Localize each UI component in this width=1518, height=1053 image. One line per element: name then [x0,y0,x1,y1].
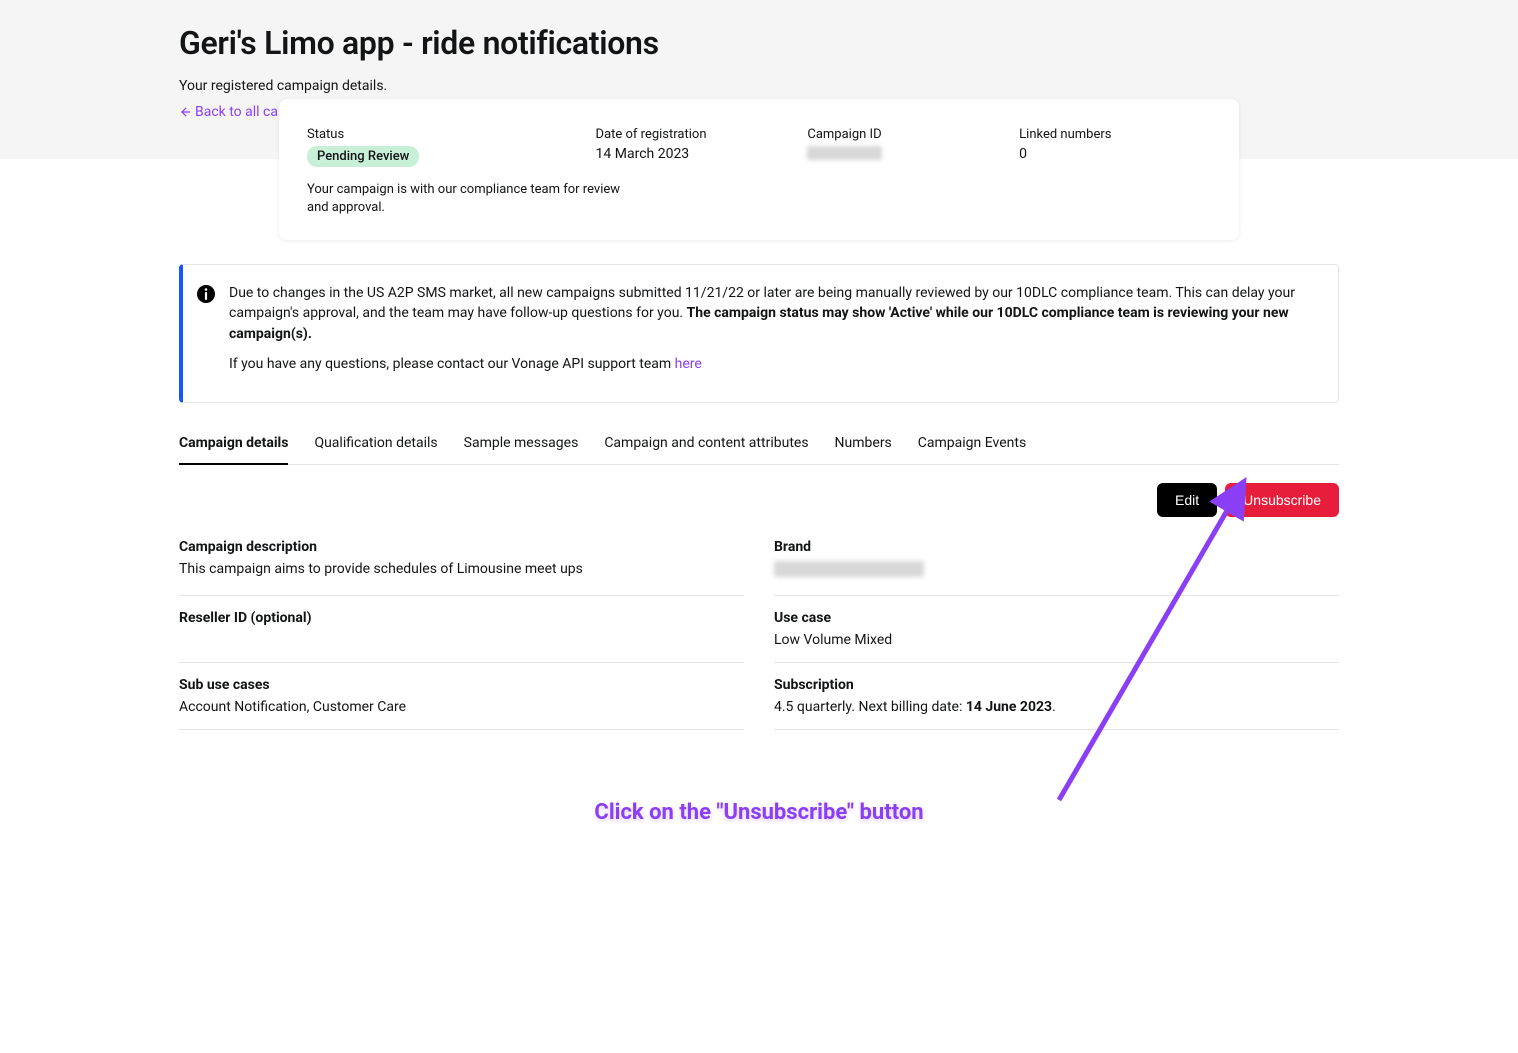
subscription-value: 4.5 quarterly. Next billing date: 14 Jun… [774,699,1339,715]
date-value: 14 March 2023 [596,146,788,162]
tab-sample-messages[interactable]: Sample messages [464,425,579,465]
linked-label: Linked numbers [1019,127,1211,142]
date-label: Date of registration [596,127,788,142]
summary-campaign-id: Campaign ID [807,127,999,167]
subscription-label: Subscription [774,677,1339,693]
annotation-text: Click on the "Unsubscribe" button [594,800,923,825]
field-usecase: Use case Low Volume Mixed [774,596,1339,663]
reseller-label: Reseller ID (optional) [179,610,744,626]
info-banner: Due to changes in the US A2P SMS market,… [179,264,1339,403]
arrow-left-icon [179,105,193,119]
tab-campaign-events[interactable]: Campaign Events [918,425,1026,465]
tab-campaign-attributes[interactable]: Campaign and content attributes [604,425,808,465]
tab-campaign-details[interactable]: Campaign details [179,425,288,465]
tab-qualification-details[interactable]: Qualification details [314,425,437,465]
field-brand: Brand [774,525,1339,596]
banner-text-2: If you have any questions, please contac… [229,356,675,372]
linked-value: 0 [1019,146,1211,162]
summary-card: Status Pending Review Date of registrati… [279,99,1239,240]
field-reseller: Reseller ID (optional) [179,596,744,663]
status-badge: Pending Review [307,146,419,167]
field-subscription: Subscription 4.5 quarterly. Next billing… [774,663,1339,730]
field-campaign-description: Campaign description This campaign aims … [179,525,744,596]
field-subuse: Sub use cases Account Notification, Cust… [179,663,744,730]
subuse-value: Account Notification, Customer Care [179,699,744,715]
summary-status: Status Pending Review [307,127,576,167]
campaign-id-redacted [807,146,882,160]
status-label: Status [307,127,576,142]
edit-button[interactable]: Edit [1157,483,1217,517]
campaign-desc-label: Campaign description [179,539,744,555]
subuse-label: Sub use cases [179,677,744,693]
tab-numbers[interactable]: Numbers [835,425,892,465]
usecase-label: Use case [774,610,1339,626]
usecase-value: Low Volume Mixed [774,632,1339,648]
tabs: Campaign details Qualification details S… [179,425,1339,465]
support-link[interactable]: here [675,356,702,372]
unsubscribe-button[interactable]: Unsubscribe [1225,483,1339,517]
brand-label: Brand [774,539,1339,555]
campaign-id-label: Campaign ID [807,127,999,142]
annotation-overlay: Click on the "Unsubscribe" button [179,740,1339,860]
info-icon [197,285,215,303]
page-title: Geri's Limo app - ride notifications [179,24,1339,62]
summary-date: Date of registration 14 March 2023 [596,127,788,167]
page-subtitle: Your registered campaign details. [179,78,1339,94]
summary-linked: Linked numbers 0 [1019,127,1211,167]
summary-description: Your campaign is with our compliance tea… [307,181,637,216]
campaign-desc-value: This campaign aims to provide schedules … [179,561,744,577]
brand-redacted [774,561,924,577]
